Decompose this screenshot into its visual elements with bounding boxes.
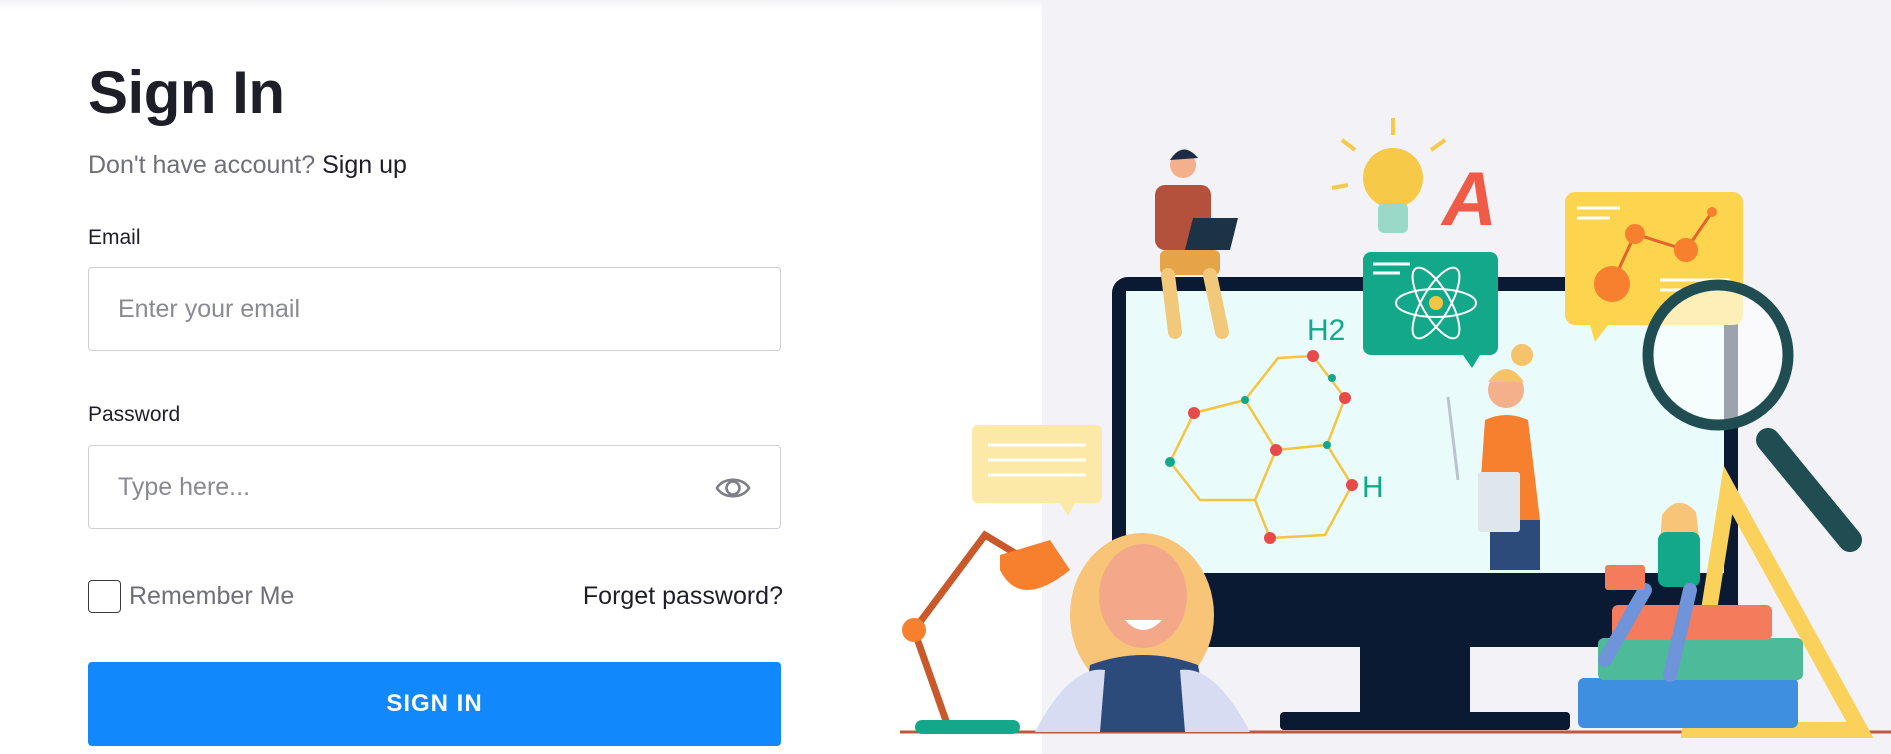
page-title: Sign In (88, 59, 285, 126)
signup-prompt: Don't have account? (88, 151, 316, 179)
remember-me-label: Remember Me (129, 581, 295, 610)
formula-h2: H2 (1307, 314, 1345, 347)
letter-a: A (1440, 157, 1497, 242)
desk-lamp-illustration (902, 530, 1070, 734)
signup-link[interactable]: Sign up (322, 151, 407, 179)
atom-bubble-illustration (1363, 252, 1498, 368)
password-field-box (88, 445, 781, 529)
remember-me-checkbox[interactable] (88, 579, 121, 613)
eye-icon[interactable] (714, 470, 752, 506)
email-input[interactable] (89, 268, 780, 350)
forgot-password-link[interactable]: Forget password? (583, 582, 783, 611)
password-input[interactable] (89, 446, 780, 528)
sign-in-button[interactable]: SIGN IN (88, 662, 781, 746)
speech-bubble-illustration (972, 425, 1102, 516)
formula-h: H (1362, 471, 1384, 504)
password-label: Password (88, 403, 181, 426)
email-field-box (88, 267, 781, 351)
signup-prompt-line: Don't have account? Sign up (88, 151, 407, 180)
top-shadow (0, 0, 1042, 10)
email-label: Email (88, 226, 141, 249)
education-illustration: H2 H A (900, 118, 1891, 738)
remember-me: Remember Me (88, 578, 294, 614)
lightbulb-illustration (1331, 118, 1447, 233)
